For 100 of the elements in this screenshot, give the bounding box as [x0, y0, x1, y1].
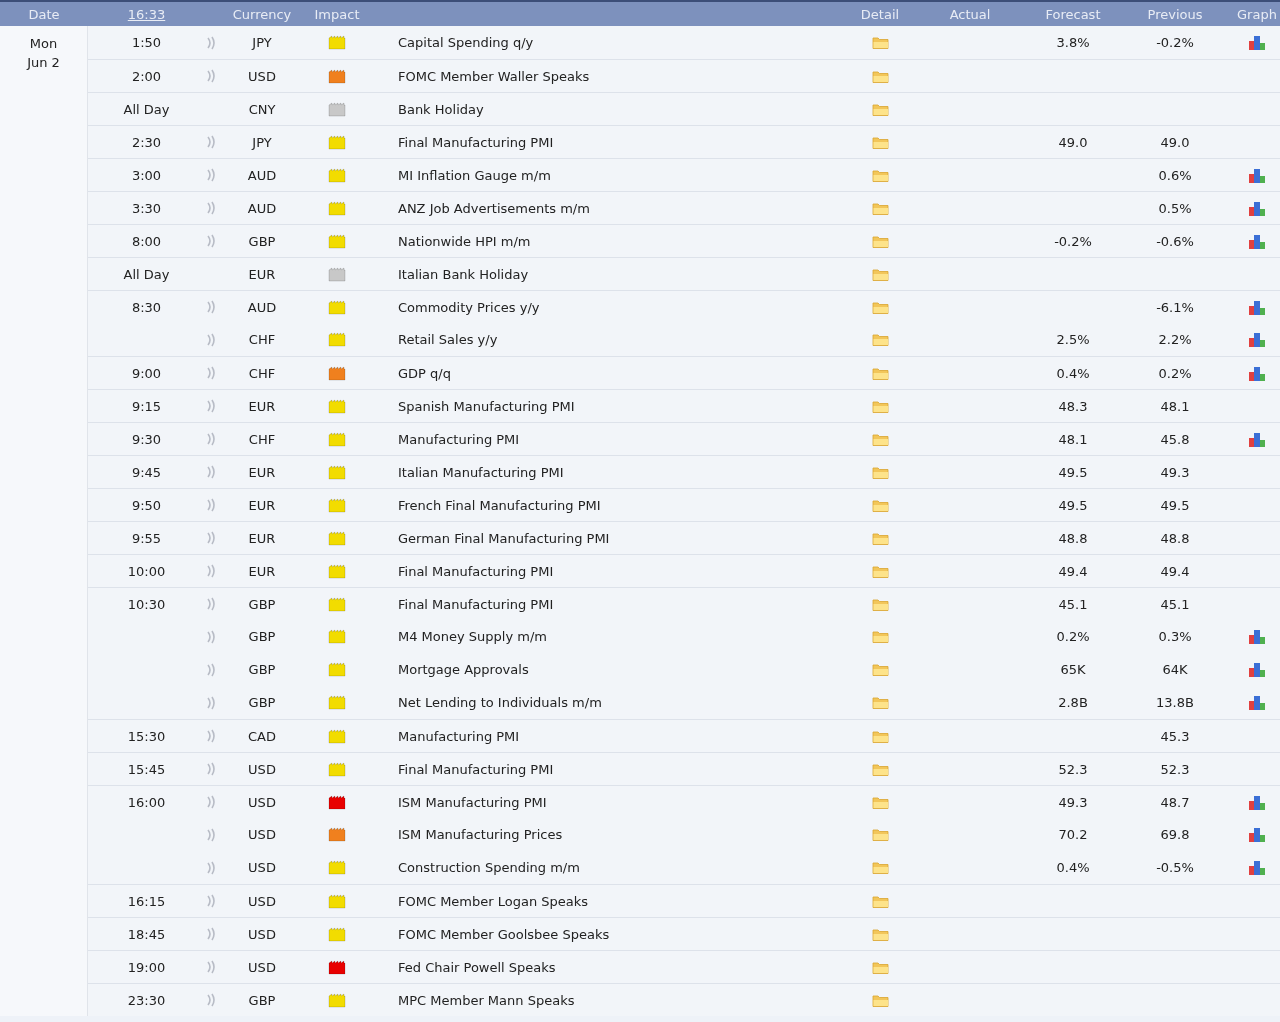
event-title[interactable]: Italian Manufacturing PMI [398, 464, 564, 480]
folder-icon[interactable] [871, 663, 889, 676]
bar-chart-icon[interactable] [1248, 233, 1266, 249]
alert-icon[interactable] [206, 564, 216, 578]
event-title[interactable]: FOMC Member Waller Speaks [398, 68, 590, 84]
folder-icon[interactable] [871, 498, 889, 512]
folder-icon[interactable] [871, 762, 889, 776]
folder-icon[interactable] [871, 432, 889, 446]
folder-icon[interactable] [871, 960, 889, 974]
alert-icon[interactable] [206, 332, 216, 347]
event-title[interactable]: Manufacturing PMI [398, 728, 520, 744]
alert-icon[interactable] [206, 927, 216, 941]
event-title[interactable]: Capital Spending q/y [398, 35, 534, 50]
alert-icon[interactable] [206, 432, 216, 446]
bar-chart-icon[interactable] [1248, 167, 1266, 183]
folder-icon[interactable] [871, 201, 889, 215]
alert-icon[interactable] [206, 69, 216, 83]
bar-chart-icon[interactable] [1248, 332, 1266, 347]
bar-chart-icon[interactable] [1248, 662, 1266, 677]
event-title[interactable]: ANZ Job Advertisements m/m [398, 200, 590, 216]
folder-icon[interactable] [871, 531, 889, 545]
event-title[interactable]: FOMC Member Goolsbee Speaks [398, 926, 610, 942]
alert-icon[interactable] [206, 729, 216, 743]
event-title[interactable]: German Final Manufacturing PMI [398, 530, 610, 546]
folder-icon[interactable] [871, 399, 889, 413]
folder-icon[interactable] [871, 861, 889, 874]
alert-icon[interactable] [206, 465, 216, 479]
alert-icon[interactable] [206, 795, 216, 809]
alert-icon[interactable] [206, 498, 216, 512]
folder-icon[interactable] [871, 993, 889, 1007]
alert-icon[interactable] [206, 168, 216, 182]
folder-icon[interactable] [871, 168, 889, 182]
alert-icon[interactable] [206, 201, 216, 215]
alert-icon[interactable] [206, 366, 216, 380]
event-title[interactable]: Fed Chair Powell Speaks [398, 959, 556, 975]
bar-chart-icon[interactable] [1248, 431, 1266, 447]
alert-icon[interactable] [206, 234, 216, 248]
event-title[interactable]: Commodity Prices y/y [398, 299, 540, 315]
bar-chart-icon[interactable] [1248, 200, 1266, 216]
alert-icon[interactable] [206, 695, 216, 710]
folder-icon[interactable] [871, 927, 889, 941]
folder-icon[interactable] [871, 36, 889, 49]
event-title[interactable]: FOMC Member Logan Speaks [398, 893, 589, 909]
event-title[interactable]: MI Inflation Gauge m/m [398, 167, 551, 183]
folder-icon[interactable] [871, 696, 889, 709]
alert-icon[interactable] [206, 662, 216, 677]
folder-icon[interactable] [871, 828, 889, 841]
folder-icon[interactable] [871, 894, 889, 908]
folder-icon[interactable] [871, 630, 889, 643]
event-title[interactable]: ISM Manufacturing PMI [398, 794, 547, 810]
folder-icon[interactable] [871, 795, 889, 809]
event-title[interactable]: Final Manufacturing PMI [398, 596, 554, 612]
event-title[interactable]: MPC Member Mann Speaks [398, 992, 575, 1008]
alert-icon[interactable] [206, 300, 216, 314]
folder-icon[interactable] [871, 135, 889, 149]
alert-icon[interactable] [206, 860, 216, 875]
bar-chart-icon[interactable] [1248, 827, 1266, 842]
folder-icon[interactable] [871, 597, 889, 611]
alert-icon[interactable] [206, 894, 216, 908]
event-title[interactable]: GDP q/q [398, 365, 451, 381]
event-title[interactable]: Construction Spending m/m [398, 860, 580, 875]
alert-icon[interactable] [206, 399, 216, 413]
folder-icon[interactable] [871, 366, 889, 380]
folder-icon[interactable] [871, 69, 889, 83]
event-title[interactable]: Manufacturing PMI [398, 431, 520, 447]
alert-icon[interactable] [206, 531, 216, 545]
event-title[interactable]: Net Lending to Individuals m/m [398, 695, 602, 710]
event-title[interactable]: French Final Manufacturing PMI [398, 497, 601, 513]
event-title[interactable]: Final Manufacturing PMI [398, 563, 554, 579]
event-title[interactable]: Spanish Manufacturing PMI [398, 398, 575, 414]
event-title[interactable]: Mortgage Approvals [398, 662, 529, 677]
folder-icon[interactable] [871, 729, 889, 743]
alert-icon[interactable] [206, 135, 216, 149]
folder-icon[interactable] [871, 102, 889, 116]
event-title[interactable]: Bank Holiday [398, 101, 484, 117]
bar-chart-icon[interactable] [1248, 794, 1266, 810]
bar-chart-icon[interactable] [1248, 35, 1266, 50]
alert-icon[interactable] [206, 629, 216, 644]
event-title[interactable]: Italian Bank Holiday [398, 266, 529, 282]
bar-chart-icon[interactable] [1248, 299, 1266, 315]
alert-icon[interactable] [206, 960, 216, 974]
event-title[interactable]: Retail Sales y/y [398, 332, 498, 347]
bar-chart-icon[interactable] [1248, 629, 1266, 644]
event-title[interactable]: ISM Manufacturing Prices [398, 827, 563, 842]
folder-icon[interactable] [871, 234, 889, 248]
folder-icon[interactable] [871, 465, 889, 479]
alert-icon[interactable] [206, 762, 216, 776]
folder-icon[interactable] [871, 564, 889, 578]
bar-chart-icon[interactable] [1248, 365, 1266, 381]
bar-chart-icon[interactable] [1248, 695, 1266, 710]
event-title[interactable]: Final Manufacturing PMI [398, 761, 554, 777]
folder-icon[interactable] [871, 333, 889, 346]
event-title[interactable]: Final Manufacturing PMI [398, 134, 554, 150]
alert-icon[interactable] [206, 35, 216, 50]
event-title[interactable]: Nationwide HPI m/m [398, 233, 531, 249]
folder-icon[interactable] [871, 267, 889, 281]
alert-icon[interactable] [206, 993, 216, 1007]
alert-icon[interactable] [206, 597, 216, 611]
folder-icon[interactable] [871, 300, 889, 314]
bar-chart-icon[interactable] [1248, 860, 1266, 875]
